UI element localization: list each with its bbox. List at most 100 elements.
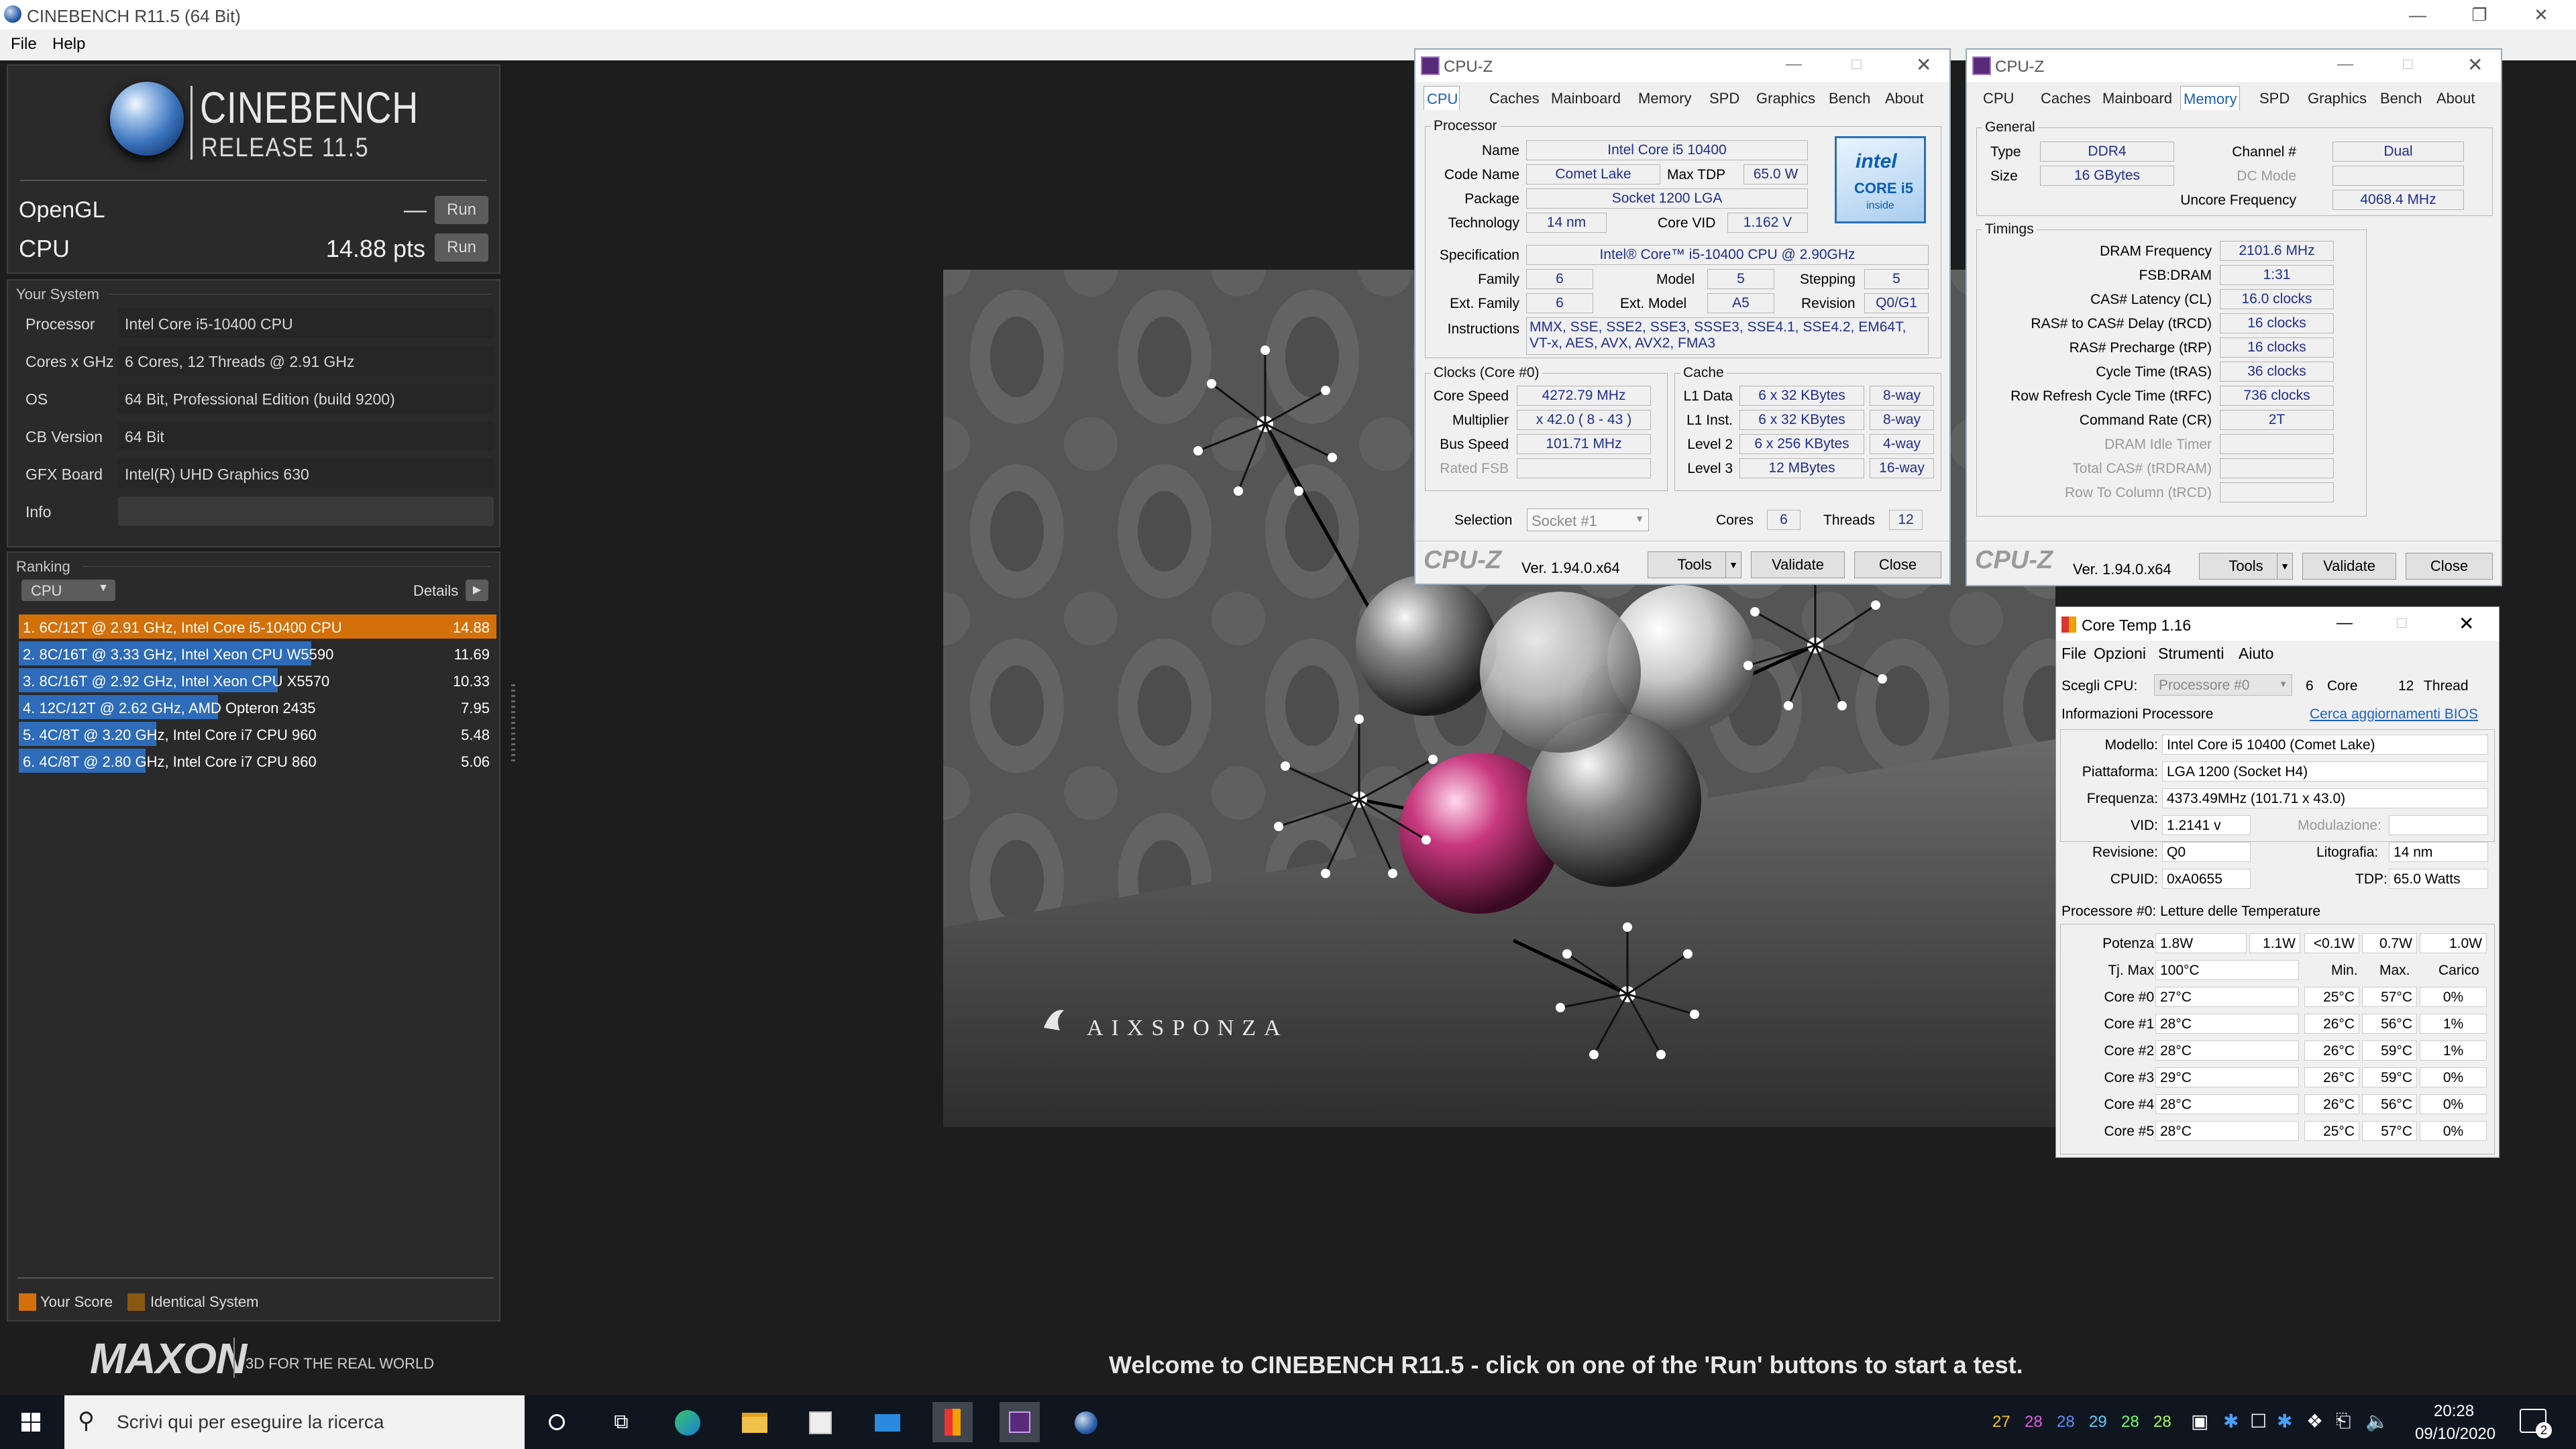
bios-update-link[interactable]: Cerca aggiornamenti BIOS (2310, 706, 2478, 722)
opengl-run-button[interactable]: Run (435, 196, 488, 224)
tools-button[interactable]: Tools ▼ (1648, 551, 1741, 578)
menu-file[interactable]: File (2061, 645, 2086, 663)
task-view-icon[interactable]: ⧉ (601, 1402, 641, 1442)
tab-memory[interactable]: Memory (2180, 86, 2241, 110)
timing-value: 736 clocks (2220, 386, 2334, 406)
tab-about[interactable]: About (1882, 86, 1927, 110)
ranking-row[interactable]: 6. 4C/8T @ 2.80 GHz, Intel Core i7 CPU 8… (19, 749, 496, 773)
close-button[interactable]: ✕ (1916, 54, 1931, 76)
tab-cpu[interactable]: CPU (1980, 86, 2017, 110)
system-value: 6 Cores, 12 Threads @ 2.91 GHz (118, 346, 494, 376)
socket-select[interactable]: Socket #1 ▼ (1527, 508, 1649, 531)
tab-about[interactable]: About (2434, 86, 2478, 110)
tab-spd[interactable]: SPD (1707, 86, 1742, 110)
maximize-button[interactable]: □ (2403, 55, 2413, 74)
search-box[interactable]: ⚲ Scrivi qui per eseguire la ricerca (64, 1395, 525, 1449)
validate-button[interactable]: Validate (1751, 551, 1845, 578)
menu-help[interactable]: Help (52, 35, 85, 54)
minimize-button[interactable]: — (1786, 55, 1802, 74)
cpu-run-button[interactable]: Run (435, 233, 488, 262)
close-button[interactable]: ✕ (2512, 0, 2571, 30)
ranking-row[interactable]: 1. 6C/12T @ 2.91 GHz, Intel Core i5-1040… (19, 614, 496, 639)
close-button[interactable]: Close (2406, 553, 2493, 580)
minimize-button[interactable]: — (2388, 0, 2447, 30)
bluetooth-alt-icon[interactable]: ✱ (2277, 1410, 2292, 1432)
bluetooth-icon[interactable]: ✱ (2223, 1410, 2239, 1432)
tab-memory[interactable]: Memory (1635, 86, 1694, 110)
menu-opzioni[interactable]: Opzioni (2094, 645, 2146, 663)
usb-icon[interactable]: ☐ (2250, 1410, 2267, 1432)
core-max: 57°C (2362, 1121, 2417, 1141)
timing-label: DRAM Frequency (2100, 244, 2212, 259)
core-max: 57°C (2362, 987, 2417, 1007)
tray-temp-core-1[interactable]: 28 (2025, 1413, 2043, 1432)
potenza-value-dram: 0.7W (2362, 933, 2417, 953)
ranking-row[interactable]: 5. 4C/8T @ 3.20 GHz, Intel Core i7 CPU 9… (19, 722, 496, 746)
coretemp-taskbar-icon[interactable] (932, 1402, 973, 1442)
store-icon[interactable] (800, 1402, 840, 1442)
tray-temp-core-3[interactable]: 29 (2089, 1413, 2107, 1432)
close-button[interactable]: ✕ (2459, 612, 2474, 635)
tab-bench[interactable]: Bench (1826, 86, 1873, 110)
tray-temp-core-5[interactable]: 28 (2153, 1413, 2171, 1432)
volume-icon[interactable]: 🔈 (2365, 1410, 2389, 1432)
close-button[interactable]: ✕ (2467, 54, 2483, 76)
edge-icon[interactable] (667, 1402, 707, 1442)
code-name-label: Code Name (1444, 167, 1519, 182)
mail-icon[interactable] (867, 1402, 907, 1442)
core-temp: 29°C (2155, 1067, 2299, 1087)
tab-mainboard[interactable]: Mainboard (1548, 86, 1623, 110)
details-arrow-button[interactable]: ▶ (466, 580, 488, 601)
ranking-row[interactable]: 2. 8C/16T @ 3.33 GHz, Intel Xeon CPU W55… (19, 641, 496, 665)
tools-button[interactable]: Tools ▼ (2199, 553, 2293, 580)
panel-splitter-handle[interactable] (511, 684, 515, 765)
timing-label: RAS# to CAS# Delay (tRCD) (2031, 316, 2212, 331)
maximize-button[interactable]: □ (1851, 55, 1862, 74)
cpuz-window-memory: CPU-Z — □ ✕ CPU Caches Mainboard Memory … (1966, 48, 2502, 586)
ranking-row[interactable]: 4. 12C/12T @ 2.62 GHz, AMD Opteron 2435 7… (19, 695, 496, 719)
cpuz-taskbar-icon[interactable] (1000, 1402, 1040, 1442)
timing-label: DRAM Idle Timer (2104, 437, 2212, 452)
cinebench-taskbar-icon[interactable] (1065, 1402, 1106, 1442)
tray-temp-core-0[interactable]: 27 (1992, 1413, 2010, 1432)
menu-aiuto[interactable]: Aiuto (2239, 645, 2273, 663)
network-icon[interactable]: ▣ (2191, 1410, 2208, 1432)
processor-group: Processor Name Intel Core i5 10400 Code … (1425, 118, 1941, 358)
start-button[interactable] (11, 1402, 51, 1442)
minimize-button[interactable]: — (2337, 55, 2353, 74)
cortana-icon[interactable] (537, 1402, 577, 1442)
processor-select[interactable]: Processore #0 ▼ (2154, 674, 2292, 696)
tab-mainboard[interactable]: Mainboard (2100, 86, 2175, 110)
maximize-button[interactable]: ❐ (2450, 0, 2509, 30)
system-key: Processor (25, 315, 95, 333)
security-icon[interactable]: ❖ (2306, 1410, 2323, 1432)
timing-value: 2T (2220, 410, 2334, 430)
minimize-button[interactable]: — (2337, 614, 2353, 633)
menu-file[interactable]: File (11, 35, 37, 54)
info-input[interactable] (118, 496, 494, 526)
file-explorer-icon[interactable] (734, 1402, 774, 1442)
ranking-row[interactable]: 3. 8C/16T @ 2.92 GHz, Intel Xeon CPU X55… (19, 668, 496, 692)
clock-time[interactable]: 20:28 (2434, 1402, 2474, 1421)
tab-caches[interactable]: Caches (1487, 86, 1542, 110)
tray-temp-core-2[interactable]: 28 (2057, 1413, 2075, 1432)
tab-caches[interactable]: Caches (2038, 86, 2094, 110)
tab-spd[interactable]: SPD (2257, 86, 2292, 110)
tab-bench[interactable]: Bench (2377, 86, 2424, 110)
coretemp-menubar: File Opzioni Strumenti Aiuto (2056, 641, 2499, 665)
tab-graphics[interactable]: Graphics (1754, 86, 1818, 110)
menu-strumenti[interactable]: Strumenti (2158, 645, 2224, 663)
close-button[interactable]: Close (1854, 551, 1941, 578)
ranking-label: 3. 8C/16T @ 2.92 GHz, Intel Xeon CPU X55… (23, 673, 330, 690)
tray-temp-core-4[interactable]: 28 (2121, 1413, 2139, 1432)
tab-graphics[interactable]: Graphics (2305, 86, 2369, 110)
validate-button[interactable]: Validate (2302, 553, 2396, 580)
ranking-dropdown[interactable]: CPU ▼ (21, 580, 115, 601)
tab-cpu[interactable]: CPU (1424, 86, 1460, 110)
notification-center-icon[interactable]: 2 (2520, 1409, 2552, 1438)
clock-date[interactable]: 09/10/2020 (2415, 1425, 2496, 1444)
ranking-label: 5. 4C/8T @ 3.20 GHz, Intel Core i7 CPU 9… (23, 727, 317, 743)
wifi-icon[interactable]: ⎗ (2336, 1410, 2351, 1432)
maximize-button[interactable]: □ (2397, 614, 2407, 633)
maxon-tagline: 3D FOR THE REAL WORLD (246, 1355, 435, 1372)
